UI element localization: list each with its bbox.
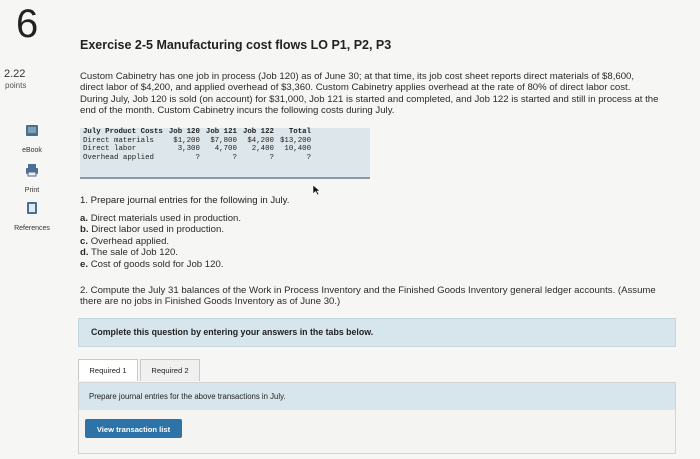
question-2: 2. Compute the July 31 balances of the W… [80, 285, 675, 308]
references-icon [27, 202, 37, 214]
points-label: points [5, 81, 27, 90]
tab-required-1[interactable]: Required 1 [78, 359, 138, 381]
printer-icon [26, 164, 38, 177]
part-text: Direct materials used in production. [90, 213, 242, 224]
list-item: e. Cost of goods sold for Job 120. [80, 259, 241, 270]
row-label: Overhead applied [83, 153, 154, 162]
exercise-title: Exercise 2-5 Manufacturing cost flows LO… [80, 38, 392, 52]
header-cell: Total [288, 128, 312, 136]
list-item: d. The sale of Job 120. [80, 247, 241, 258]
question-2-line: 2. Compute the July 31 balances of the W… [80, 285, 656, 296]
tab-panel: Prepare journal entries for the above tr… [78, 382, 676, 454]
part-letter: a. [80, 213, 89, 224]
instruction-text: Complete this question by entering your … [91, 327, 374, 337]
table-row: Overhead applied ? ? ? ? [80, 154, 314, 163]
sidebar-print[interactable]: Print [0, 163, 64, 197]
part-text: Cost of goods sold for Job 120. [90, 258, 224, 270]
intro-line: During July, Job 120 is sold (on account… [80, 93, 659, 105]
cost-table: July Product Costs Job 120 Job 121 Job 1… [80, 128, 370, 179]
table-cell: ? [195, 153, 200, 162]
list-item: c. Overhead applied. [80, 236, 241, 247]
part-letter: c. [80, 235, 89, 247]
intro-line: end of the month. Custom Cabinetry incur… [80, 104, 395, 116]
part-text: Direct labor used in production. [91, 224, 224, 236]
table-cell: ? [232, 153, 237, 162]
header-cell: Job 120 [168, 128, 200, 136]
row-label: Direct labor [83, 145, 137, 154]
table-cell: $7,800 [210, 136, 237, 145]
question-number: 6 [16, 2, 39, 46]
table-cell: 10,400 [284, 145, 312, 154]
intro-line: direct labor of $4,200, and applied over… [80, 82, 631, 94]
question-1: 1. Prepare journal entries for the follo… [80, 195, 290, 206]
points-value: 2.22 [4, 68, 26, 80]
table-cell: 2,400 [251, 145, 274, 154]
table-cell: ? [269, 153, 274, 162]
part-letter: b. [80, 224, 89, 236]
sidebar-ebook[interactable]: eBook [0, 124, 64, 157]
question-2-line: there are no jobs in Finished Goods Inve… [80, 296, 341, 308]
table-cell: ? [306, 153, 312, 162]
row-label: Direct materials [83, 136, 154, 145]
header-cell: Job 121 [205, 128, 237, 136]
sidebar-ebook-label: eBook [22, 147, 42, 154]
list-item: a. Direct materials used in production. [80, 213, 241, 224]
tab-required-2[interactable]: Required 2 [140, 359, 200, 381]
mouse-cursor-icon [312, 184, 321, 196]
part-letter: d. [80, 247, 89, 259]
sidebar-print-label: Print [24, 187, 40, 194]
sidebar-references-label: References [14, 225, 50, 232]
part-text: The sale of Job 120. [91, 247, 178, 259]
prepare-instruction-bar: Prepare journal entries for the above tr… [79, 383, 675, 410]
problem-intro: Custom Cabinetry has one job in process … [80, 71, 670, 116]
view-transaction-list-button[interactable]: View transaction list [85, 419, 182, 438]
header-cell: Job 122 [242, 128, 274, 136]
cost-table-header: July Product Costs Job 120 Job 121 Job 1… [80, 128, 314, 137]
question-1-parts: a. Direct materials used in production. … [80, 213, 241, 270]
table-cell: $4,200 [247, 136, 274, 145]
part-text: Overhead applied. [90, 235, 170, 247]
book-icon [26, 125, 38, 136]
table-cell: $13,200 [279, 136, 312, 145]
table-cell: 3,300 [177, 145, 200, 154]
part-letter: e. [80, 258, 89, 270]
sidebar-references[interactable]: References [0, 201, 64, 235]
table-row: Direct labor 3,300 4,700 2,400 10,400 [80, 145, 314, 154]
table-cell: 4,700 [214, 145, 237, 154]
instruction-banner: Complete this question by entering your … [78, 318, 676, 347]
header-cell: July Product Costs [83, 128, 163, 136]
prepare-instruction: Prepare journal entries for the above tr… [89, 392, 286, 401]
table-row: Direct materials $1,200 $7,800 $4,200 $1… [80, 137, 314, 146]
table-cell: $1,200 [173, 136, 200, 145]
intro-line: Custom Cabinetry has one job in process … [80, 71, 635, 82]
list-item: b. Direct labor used in production. [80, 224, 241, 235]
